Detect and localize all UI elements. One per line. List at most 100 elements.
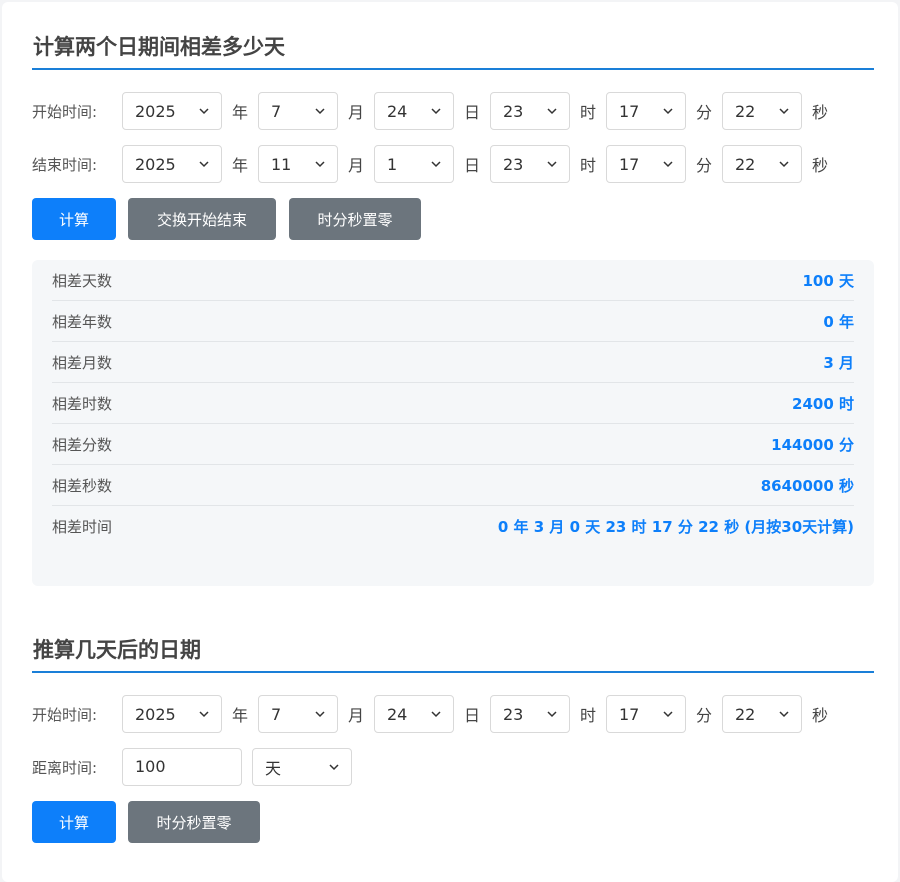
- chevron-down-icon: [315, 711, 325, 718]
- start-year-select[interactable]: 2025: [122, 92, 222, 130]
- unit-day: 日: [463, 706, 480, 725]
- results-panel: 相差天数 100 天 相差年数 0 年 相差月数 3 月 相差时数 2400 时…: [32, 260, 874, 586]
- result-label: 相差月数: [52, 353, 113, 372]
- result-label: 相差天数: [52, 271, 113, 290]
- start-year-value: 2025: [135, 101, 176, 121]
- result-row: 相差时数 2400 时: [52, 383, 854, 424]
- start-time-label: 开始时间:: [32, 102, 98, 121]
- end-minute-select[interactable]: 17: [606, 145, 686, 183]
- result-value: 100 天: [802, 271, 854, 290]
- after-day-select[interactable]: 24: [374, 695, 454, 733]
- after-second-value: 22: [735, 704, 756, 724]
- end-minute-value: 17: [619, 154, 640, 174]
- distance-unit-select[interactable]: 天: [252, 748, 352, 786]
- unit-month: 月: [347, 103, 364, 122]
- result-value: 0 年 3 月 0 天 23 时 17 分 22 秒 (月按30天计算): [497, 518, 854, 536]
- after-year-select[interactable]: 2025: [122, 695, 222, 733]
- title-underline: [32, 671, 874, 673]
- distance-row: 距离时间: 100 天: [32, 748, 352, 786]
- swap-button[interactable]: 交换开始结束: [128, 198, 276, 240]
- start-hour-select[interactable]: 23: [490, 92, 570, 130]
- diff-reset-time-button[interactable]: 时分秒置零: [289, 198, 421, 240]
- result-row: 相差年数 0 年: [52, 301, 854, 342]
- start-hour-value: 23: [503, 101, 524, 121]
- diff-section-title: 计算两个日期间相差多少天: [33, 35, 285, 59]
- unit-month: 月: [347, 156, 364, 175]
- result-row: 相差月数 3 月: [52, 342, 854, 383]
- unit-year: 年: [231, 706, 248, 725]
- chevron-down-icon: [663, 711, 673, 718]
- end-second-select[interactable]: 22: [722, 145, 802, 183]
- unit-second: 秒: [811, 706, 828, 725]
- after-minute-value: 17: [619, 704, 640, 724]
- result-row: 相差天数 100 天: [52, 260, 854, 301]
- distance-input[interactable]: 100: [122, 748, 242, 786]
- end-month-select[interactable]: 11: [258, 145, 338, 183]
- end-hour-value: 23: [503, 154, 524, 174]
- end-day-value: 1: [387, 154, 398, 174]
- result-label: 相差时间: [52, 518, 113, 536]
- after-minute-select[interactable]: 17: [606, 695, 686, 733]
- start-day-value: 24: [387, 101, 408, 121]
- end-month-value: 11: [271, 154, 292, 174]
- start-second-select[interactable]: 22: [722, 92, 802, 130]
- end-day-select[interactable]: 1: [374, 145, 454, 183]
- after-hour-select[interactable]: 23: [490, 695, 570, 733]
- distance-unit-value: 天: [265, 759, 282, 778]
- chevron-down-icon: [315, 108, 325, 115]
- chevron-down-icon: [663, 161, 673, 168]
- unit-day: 日: [463, 156, 480, 175]
- result-value: 8640000 秒: [760, 476, 854, 495]
- start-month-value: 7: [271, 101, 282, 121]
- chevron-down-icon: [779, 711, 789, 718]
- result-label: 相差秒数: [52, 476, 113, 495]
- unit-year: 年: [231, 156, 248, 175]
- after-reset-time-button[interactable]: 时分秒置零: [128, 801, 260, 843]
- diff-section: 计算两个日期间相差多少天: [32, 26, 874, 70]
- end-second-value: 22: [735, 154, 756, 174]
- result-label: 相差年数: [52, 312, 113, 331]
- start-day-select[interactable]: 24: [374, 92, 454, 130]
- after-month-select[interactable]: 7: [258, 695, 338, 733]
- chevron-down-icon: [199, 108, 209, 115]
- result-value: 0 年: [823, 312, 854, 331]
- end-year-select[interactable]: 2025: [122, 145, 222, 183]
- unit-hour: 时: [579, 156, 596, 175]
- diff-end-row: 结束时间: 2025 年 11 月 1 日 23 时 17 分 22 秒: [32, 145, 838, 183]
- after-second-select[interactable]: 22: [722, 695, 802, 733]
- unit-hour: 时: [579, 706, 596, 725]
- start-time-label: 开始时间:: [32, 705, 98, 724]
- after-calc-button[interactable]: 计算: [32, 801, 116, 843]
- diff-start-row: 开始时间: 2025 年 7 月 24 日 23 时 17 分 22 秒: [32, 92, 838, 130]
- chevron-down-icon: [315, 161, 325, 168]
- unit-hour: 时: [579, 103, 596, 122]
- chevron-down-icon: [663, 108, 673, 115]
- end-hour-select[interactable]: 23: [490, 145, 570, 183]
- result-label: 相差时数: [52, 394, 113, 413]
- result-value: 3 月: [823, 353, 854, 372]
- after-day-value: 24: [387, 704, 408, 724]
- result-value: 144000 分: [771, 435, 854, 454]
- main-card: 计算两个日期间相差多少天 开始时间: 2025 年 7 月 24 日 23 时 …: [2, 2, 898, 882]
- after-year-value: 2025: [135, 704, 176, 724]
- unit-year: 年: [231, 103, 248, 122]
- result-value: 2400 时: [792, 394, 854, 413]
- after-section-title: 推算几天后的日期: [33, 638, 201, 662]
- result-label: 相差分数: [52, 435, 113, 454]
- start-month-select[interactable]: 7: [258, 92, 338, 130]
- result-row: 相差秒数 8640000 秒: [52, 465, 854, 506]
- end-time-label: 结束时间:: [32, 155, 98, 174]
- chevron-down-icon: [547, 711, 557, 718]
- chevron-down-icon: [547, 161, 557, 168]
- end-year-value: 2025: [135, 154, 176, 174]
- start-minute-select[interactable]: 17: [606, 92, 686, 130]
- chevron-down-icon: [779, 161, 789, 168]
- after-hour-value: 23: [503, 704, 524, 724]
- start-second-value: 22: [735, 101, 756, 121]
- chevron-down-icon: [199, 161, 209, 168]
- diff-calc-button[interactable]: 计算: [32, 198, 116, 240]
- after-month-value: 7: [271, 704, 282, 724]
- chevron-down-icon: [199, 711, 209, 718]
- unit-month: 月: [347, 706, 364, 725]
- after-start-row: 开始时间: 2025 年 7 月 24 日 23 时 17 分 22 秒: [32, 695, 838, 733]
